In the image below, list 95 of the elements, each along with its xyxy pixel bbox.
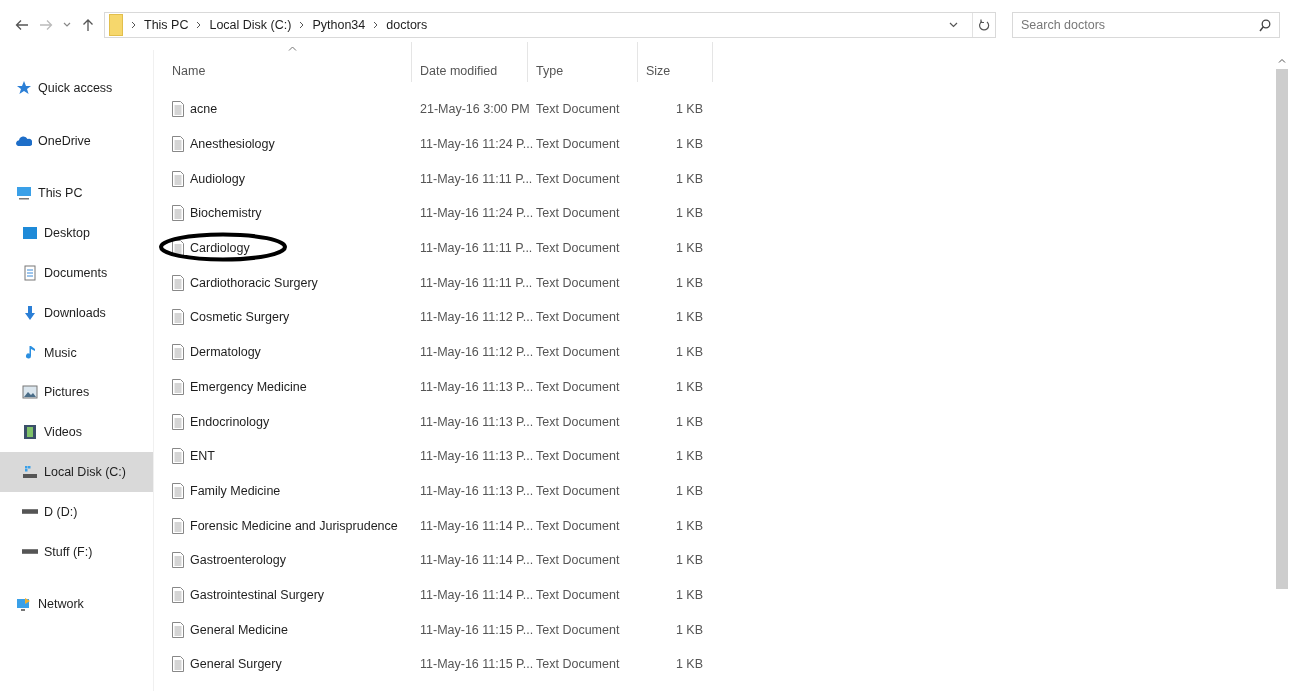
size-cell-text: 1 KB [674, 414, 704, 429]
file-name[interactable]: Gastroenterology [190, 553, 286, 568]
star-icon [16, 79, 32, 96]
picture-icon [22, 384, 38, 401]
file-name[interactable]: acne [190, 102, 218, 117]
text-file-icon [172, 344, 184, 361]
file-name[interactable]: General Medicine [190, 622, 288, 637]
text-file-icon [172, 621, 184, 638]
sidebar-item[interactable]: Stuff (F:) [0, 531, 153, 572]
size-cell-text: 1 KB [674, 553, 704, 568]
sort-ascending-icon [287, 46, 297, 51]
size-cell-text: 1 KB [674, 241, 704, 256]
file-name[interactable]: Biochemistry [190, 206, 262, 221]
file-name[interactable]: Emergency Medicine [190, 379, 307, 394]
size-cell-text: 1 KB [674, 518, 704, 533]
file-name[interactable]: General Surgery [190, 657, 282, 672]
sidebar-item[interactable]: Quick access [0, 68, 153, 108]
size-cell-text: 1 KB [674, 657, 704, 672]
text-file-icon [172, 378, 184, 395]
text-file-icon [172, 586, 184, 603]
date-cell-text: 21-May-16 3:00 PM [419, 102, 528, 117]
size-cell-text: 1 KB [674, 449, 704, 464]
sidebar-item[interactable]: Music [0, 332, 153, 373]
size-cell-text: 1 KB [674, 102, 704, 117]
text-file-icon [172, 240, 184, 257]
down-arrow-icon [22, 304, 38, 321]
text-file-icon [172, 309, 184, 326]
drive-icon [22, 549, 38, 555]
breadcrumb[interactable]: doctors [386, 18, 428, 32]
column-header[interactable]: Type [528, 42, 638, 82]
chevron-right-icon [131, 21, 136, 29]
text-file-icon [172, 448, 184, 465]
text-file-icon [172, 101, 184, 118]
text-file-icon [172, 274, 184, 291]
file-name[interactable]: Family Medicine [190, 483, 281, 498]
chevron-right-icon [299, 21, 305, 29]
text-file-icon [172, 552, 184, 569]
scroll-up-icon[interactable] [1277, 58, 1286, 63]
type-cell-text: Text Document [535, 102, 621, 117]
text-file-icon [172, 482, 184, 499]
text-file-icon [172, 413, 184, 430]
size-cell-text: 1 KB [674, 379, 704, 394]
item-icon [16, 596, 32, 613]
file-name[interactable]: Dermatology [190, 345, 261, 360]
sidebar-item[interactable]: D (D:) [0, 491, 153, 532]
breadcrumb[interactable]: Python34 [312, 18, 366, 32]
sidebar-item[interactable]: OneDrive [0, 120, 153, 161]
breadcrumb[interactable]: This PC [144, 18, 189, 32]
document-icon [22, 265, 38, 282]
file-name[interactable]: Cosmetic Surgery [190, 310, 290, 325]
file-name[interactable]: Cardiothoracic Surgery [190, 275, 318, 290]
size-cell-text: 1 KB [674, 275, 704, 290]
sidebar-item[interactable]: Pictures [0, 372, 153, 413]
text-file-icon [172, 205, 184, 222]
size-cell-text: 1 KB [674, 622, 704, 637]
size-cell-text: 1 KB [674, 483, 704, 498]
chevron-right-icon [196, 21, 202, 29]
file-name[interactable]: Audiology [190, 171, 245, 186]
sidebar-item[interactable]: Videos [0, 412, 153, 453]
file-name[interactable]: ENT [190, 449, 215, 464]
size-cell-text: 1 KB [674, 171, 704, 186]
column-header[interactable]: Date modified [412, 42, 528, 82]
text-file-icon [172, 136, 184, 153]
size-cell-text: 1 KB [674, 345, 704, 360]
file-name[interactable]: Endocrinology [190, 414, 270, 429]
sidebar-item[interactable]: Network [0, 584, 153, 625]
scrollbar-thumb[interactable] [1275, 69, 1288, 589]
column-header[interactable]: Name [164, 42, 412, 82]
sidebar-item[interactable]: Local Disk (C:) [0, 452, 153, 492]
sidebar-item[interactable]: This PC [0, 173, 153, 214]
size-cell-text: 1 KB [674, 137, 704, 152]
text-file-icon [172, 656, 184, 673]
text-file-icon [172, 517, 184, 534]
search-icon [1259, 19, 1271, 32]
column-header[interactable]: Size [638, 42, 713, 82]
computer-icon [16, 185, 32, 202]
drive-icon [22, 509, 38, 515]
address-bar[interactable]: This PC Local Disk (C:) Python34 doctors [104, 12, 996, 38]
file-name[interactable]: Forensic Medicine and Jurisprudence [190, 518, 398, 533]
sidebar-item[interactable]: Desktop [0, 213, 153, 254]
search-field[interactable]: Search doctors [1012, 12, 1280, 38]
folder-icon [109, 14, 123, 36]
size-cell-text: 1 KB [674, 310, 704, 325]
file-name[interactable]: Anesthesiology [190, 137, 275, 152]
size-cell-text: 1 KB [674, 206, 704, 221]
size-cell-text: 1 KB [674, 587, 704, 602]
sidebar-item[interactable]: Documents [0, 253, 153, 293]
breadcrumb[interactable]: Local Disk (C:) [209, 18, 292, 32]
file-name[interactable]: Gastrointestinal Surgery [190, 587, 325, 602]
sidebar-item[interactable]: Downloads [0, 293, 153, 333]
desktop-icon [22, 225, 38, 242]
text-file-icon [172, 170, 184, 187]
chevron-right-icon [373, 21, 379, 29]
drive-icon [22, 464, 38, 481]
film-icon [22, 424, 38, 441]
